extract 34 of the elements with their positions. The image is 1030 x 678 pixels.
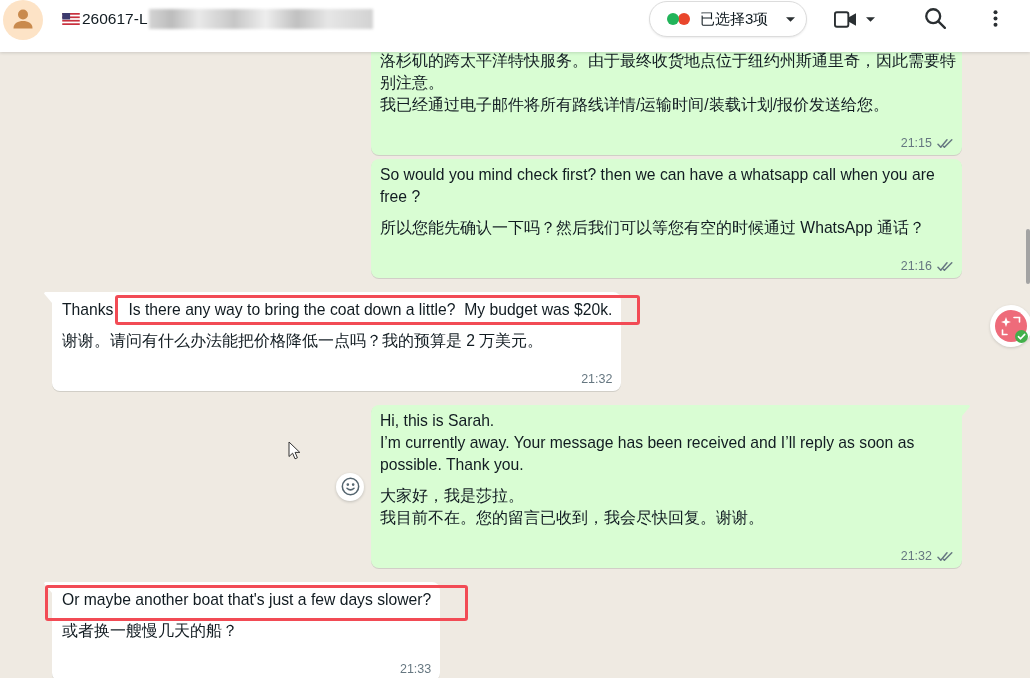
label-dots-icon: [667, 13, 690, 25]
react-button[interactable]: [336, 472, 364, 501]
message-time: 21:16: [900, 258, 932, 275]
message-text: 谢谢。请问有什么办法能把价格降低一点吗？我的预算是 2 万美元。: [62, 331, 545, 351]
video-camera-icon[interactable]: [834, 10, 856, 28]
smiley-icon: [340, 477, 360, 496]
message-text: 我已经通过电子邮件将所有路线详情/运输时间/装载计划/报价发送给您。: [380, 95, 891, 115]
highlighted-text: Is there any way to bring the coat down a little? My budget was $20k.: [115, 295, 641, 325]
message-text: 或者换一艘慢几天的船？: [62, 621, 239, 641]
label-filter-button[interactable]: 已选择3项: [649, 1, 807, 37]
avatar-icon[interactable]: [3, 0, 43, 40]
highlighted-text: Or maybe another boat that's just a few days slower?: [45, 585, 469, 621]
mouse-cursor-icon: [288, 441, 301, 460]
message-text: 我目前不在。您的留言已收到，我会尽快回复。谢谢。: [380, 508, 765, 528]
scrollbar-thumb[interactable]: [1026, 229, 1030, 284]
message-time: 21:32: [581, 371, 613, 388]
contact-name[interactable]: 260617-L: [82, 7, 148, 31]
message-text: 所以您能先确认一下吗？然后我们可以等您有空的时候通过 WhatsApp 通话？: [380, 218, 927, 238]
search-icon[interactable]: [925, 8, 946, 29]
caret-down-icon[interactable]: [866, 16, 875, 22]
message-time: 21:32: [900, 548, 932, 565]
menu-icon[interactable]: [993, 9, 998, 28]
message-time: 21:33: [399, 661, 432, 678]
message-text: Hi, this is Sarah.: [380, 411, 496, 431]
message-time: 21:15: [900, 135, 932, 152]
message-text: 洛杉矶的跨太平洋特快服务。由于最终收货地点位于纽约州斯通里奇，因此需要特别注意。: [380, 52, 957, 93]
caret-down-icon: [786, 16, 795, 22]
message-text: I’m currently away. Your message has been received and I’ll reply as soon as possible. Thank you.: [380, 433, 916, 475]
message-text: So would you mind check first? then we can have a whatsapp call when you are free ?: [380, 165, 936, 207]
flag-icon: [62, 13, 80, 25]
message-text: Thanks: [62, 301, 114, 318]
message-text: 大家好，我是莎拉。: [380, 486, 525, 506]
check-badge-icon: [1015, 330, 1028, 343]
sparkle-button[interactable]: [990, 305, 1030, 347]
